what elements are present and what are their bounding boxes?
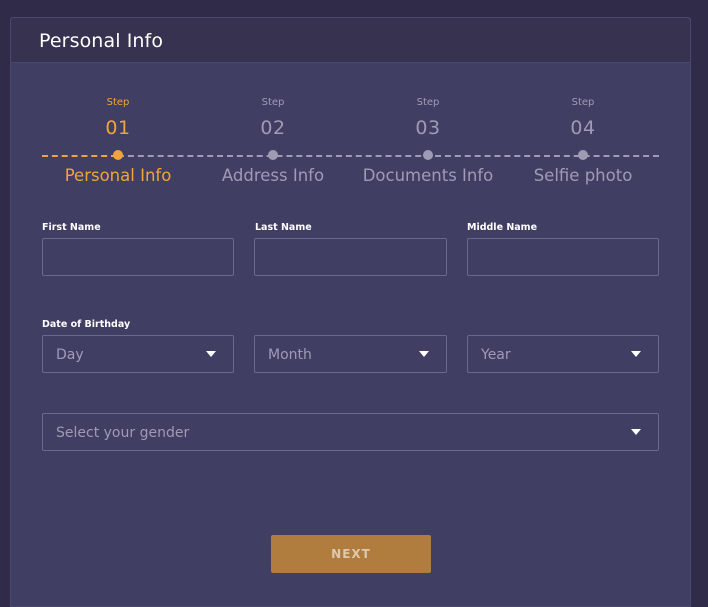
dob-month-select[interactable]: Month (254, 335, 447, 373)
first-name-label: First Name (42, 222, 101, 233)
step-label: Documents Info (362, 166, 494, 185)
step-number: 01 (105, 117, 131, 139)
gender-placeholder: Select your gender (56, 425, 190, 441)
step-label: Personal Info (64, 166, 172, 185)
step-dot (113, 150, 123, 160)
dob-year-value: Year (481, 347, 511, 363)
step-label: Selfie photo (533, 166, 633, 185)
chevron-down-icon (631, 429, 641, 435)
step-kicker: Step (571, 97, 595, 108)
step-label: Address Info (221, 166, 325, 185)
chevron-down-icon (631, 351, 641, 357)
personal-info-card: Personal Info Step 01 Personal Info Step… (10, 17, 691, 607)
dob-day-select[interactable]: Day (42, 335, 234, 373)
step-kicker: Step (261, 97, 285, 108)
step-number: 03 (415, 117, 441, 139)
step-number: 04 (570, 117, 596, 139)
last-name-input[interactable] (254, 238, 447, 276)
middle-name-input[interactable] (467, 238, 659, 276)
step-dot (423, 150, 433, 160)
dob-month-value: Month (268, 347, 312, 363)
last-name-label: Last Name (255, 222, 312, 233)
stepper: Step 01 Personal Info Step 02 Address In… (11, 18, 692, 218)
step-dot (268, 150, 278, 160)
first-name-input[interactable] (42, 238, 234, 276)
middle-name-label: Middle Name (467, 222, 538, 233)
dob-day-value: Day (56, 347, 84, 363)
chevron-down-icon (419, 351, 429, 357)
dob-year-select[interactable]: Year (467, 335, 659, 373)
next-button[interactable]: NEXT (271, 535, 431, 573)
step-dot (578, 150, 588, 160)
chevron-down-icon (206, 351, 216, 357)
stepper-track-completed (42, 155, 117, 157)
step-number: 02 (260, 117, 286, 139)
gender-select[interactable]: Select your gender (42, 413, 659, 451)
step-kicker: Step (106, 97, 130, 108)
step-kicker: Step (416, 97, 440, 108)
dob-label: Date of Birthday (42, 319, 131, 330)
